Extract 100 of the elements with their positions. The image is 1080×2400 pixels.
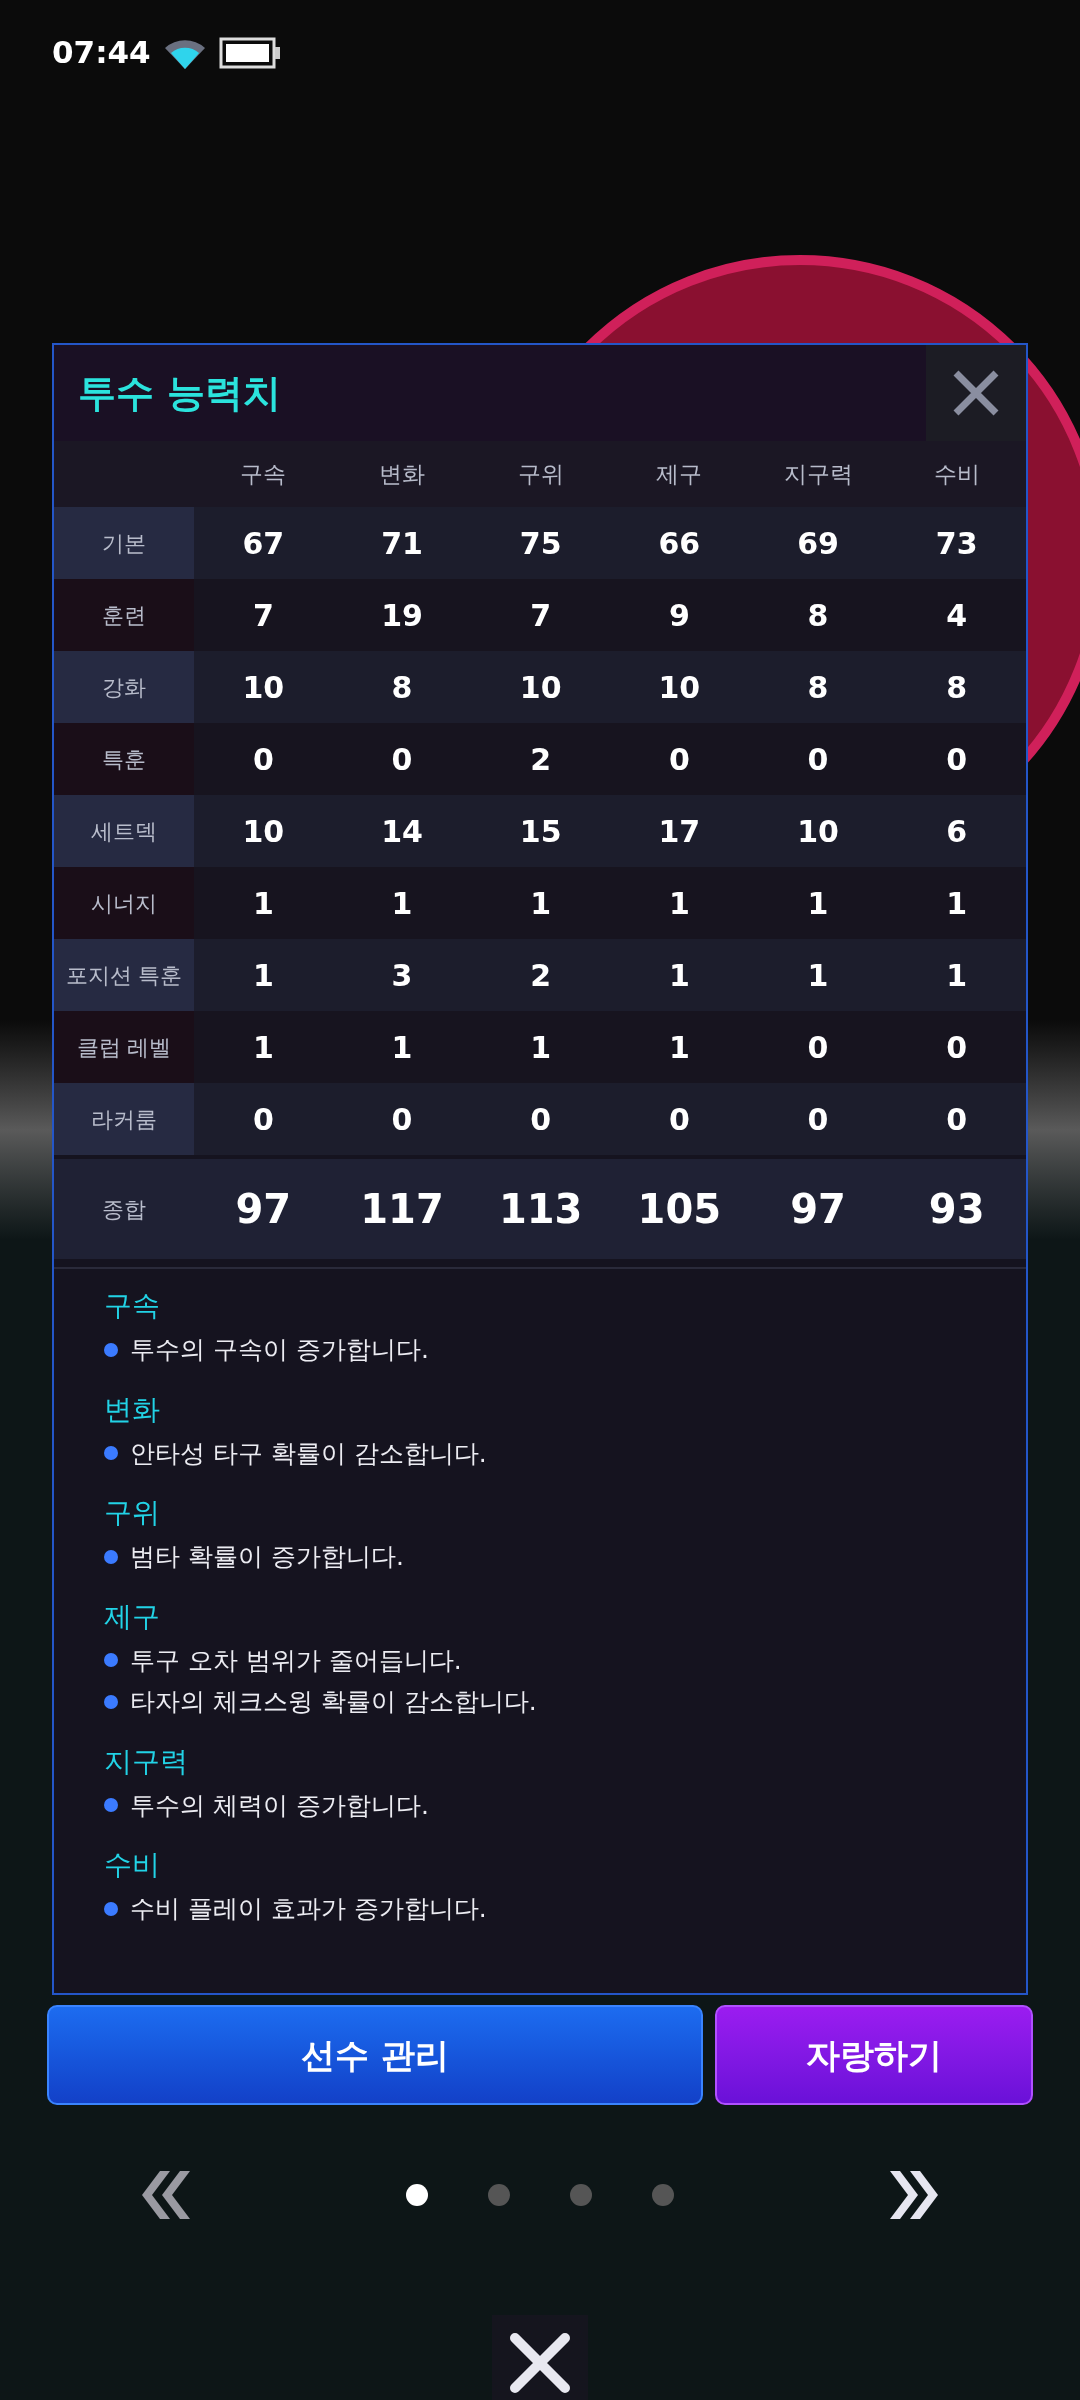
battery-icon xyxy=(218,36,281,69)
row-label: 종합 xyxy=(102,1195,146,1224)
stat-value: 0 xyxy=(668,1100,690,1139)
description-title: 구위 xyxy=(104,1495,161,1531)
bullet-icon xyxy=(104,1342,118,1357)
stat-value: 19 xyxy=(381,596,423,635)
stat-value: 0 xyxy=(946,1100,968,1139)
bullet-icon xyxy=(104,1446,118,1461)
description-title: 제구 xyxy=(104,1598,161,1635)
stat-value: 15 xyxy=(519,812,562,851)
total-value: 105 xyxy=(637,1185,722,1234)
stat-value: 14 xyxy=(381,812,423,851)
description-text: 범타 확률이 증가합니다. xyxy=(130,1541,404,1573)
column-header: 구위 xyxy=(517,459,564,489)
stat-value: 0 xyxy=(807,1100,829,1139)
stat-value: 8 xyxy=(946,668,968,707)
stat-value: 75 xyxy=(519,524,562,563)
total-value: 117 xyxy=(360,1185,444,1234)
stat-value: 1 xyxy=(807,884,829,923)
total-value: 113 xyxy=(498,1185,583,1234)
stat-value: 2 xyxy=(530,740,552,779)
description-text: 수비 플레이 효과가 증가합니다. xyxy=(130,1893,487,1925)
stat-value: 10 xyxy=(658,668,701,707)
status-time: 07:44 xyxy=(52,33,151,73)
bullet-icon xyxy=(104,1549,118,1564)
stat-value: 1 xyxy=(946,884,968,923)
row-label: 세트덱 xyxy=(91,817,157,846)
description-text: 타자의 체크스윙 확률이 감소합니다. xyxy=(130,1686,537,1718)
description-text: 투수의 구속이 증가합니다. xyxy=(130,1334,429,1366)
stat-value: 0 xyxy=(530,1100,552,1139)
column-header: 수비 xyxy=(933,459,980,489)
bullet-icon xyxy=(104,1653,118,1668)
stat-value: 1 xyxy=(530,884,552,923)
row-label: 클럽 레벨 xyxy=(76,1033,172,1062)
stat-value: 8 xyxy=(391,668,413,707)
description-title: 수비 xyxy=(104,1847,161,1883)
stat-value: 0 xyxy=(668,740,690,779)
description-title: 지구력 xyxy=(104,1743,189,1780)
description-title: 변화 xyxy=(104,1391,161,1428)
stat-value: 1 xyxy=(391,1028,413,1067)
row-label: 기본 xyxy=(102,529,146,558)
stat-value: 17 xyxy=(658,812,701,851)
stat-value: 1 xyxy=(252,884,274,923)
stat-value: 10 xyxy=(242,812,285,851)
stat-value: 1 xyxy=(252,1028,274,1067)
stat-value: 1 xyxy=(668,1028,690,1067)
stat-value: 6 xyxy=(946,812,968,851)
description-text: 투구 오차 범위가 줄어듭니다. xyxy=(130,1644,462,1677)
stat-value: 0 xyxy=(807,1028,829,1067)
stat-value: 2 xyxy=(530,956,552,995)
stat-value: 8 xyxy=(807,668,829,707)
stat-value: 0 xyxy=(391,1100,413,1139)
row-label: 라커룸 xyxy=(91,1105,157,1134)
bullet-icon xyxy=(104,1798,118,1813)
stat-value: 69 xyxy=(797,524,839,563)
stat-value: 1 xyxy=(252,956,274,995)
close-icon xyxy=(952,369,1000,417)
stat-value: 0 xyxy=(252,1100,274,1139)
stat-value: 1 xyxy=(668,956,690,995)
stat-value: 66 xyxy=(658,524,701,563)
stat-value: 1 xyxy=(530,1028,552,1067)
row-label: 강화 xyxy=(102,673,146,702)
stat-value: 0 xyxy=(807,740,829,779)
stat-value: 1 xyxy=(391,884,413,923)
share-button[interactable]: 자랑하기 xyxy=(715,2005,1033,2105)
stat-value: 0 xyxy=(252,740,274,779)
column-header: 구속 xyxy=(240,459,287,489)
stat-value: 0 xyxy=(946,740,968,779)
stat-value: 10 xyxy=(797,812,839,851)
dialog-title: 투수 능력치 xyxy=(78,369,282,417)
stat-value: 0 xyxy=(391,740,413,779)
row-label: 포지션 특훈 xyxy=(65,961,183,990)
stat-value: 0 xyxy=(946,1028,968,1067)
stat-value: 73 xyxy=(935,524,978,563)
column-header: 변화 xyxy=(379,459,425,489)
stat-value: 7 xyxy=(252,596,274,635)
stat-value: 7 xyxy=(530,596,552,635)
bullet-icon xyxy=(104,1694,118,1709)
total-value: 93 xyxy=(928,1185,985,1234)
stat-value: 71 xyxy=(381,524,423,563)
bullet-icon xyxy=(104,1901,118,1916)
manage-player-button[interactable]: 선수 관리 xyxy=(47,2005,703,2105)
description-text: 안타성 타구 확률이 감소합니다. xyxy=(130,1437,487,1470)
close-button[interactable] xyxy=(492,2315,588,2400)
stat-value: 67 xyxy=(242,524,285,563)
column-header: 제구 xyxy=(656,459,703,489)
close-icon xyxy=(509,2332,571,2394)
stat-value: 1 xyxy=(668,884,690,923)
stat-value: 4 xyxy=(946,596,968,635)
stat-value: 1 xyxy=(946,956,968,995)
description-text: 투수의 체력이 증가합니다. xyxy=(130,1789,429,1822)
stat-value: 1 xyxy=(807,956,829,995)
stat-value: 3 xyxy=(391,956,413,995)
column-header: 지구력 xyxy=(783,459,853,489)
row-label: 특훈 xyxy=(102,745,146,774)
stat-value: 8 xyxy=(807,596,829,635)
row-label: 시너지 xyxy=(91,889,157,918)
stat-value: 10 xyxy=(242,668,285,707)
total-value: 97 xyxy=(790,1185,846,1234)
stat-value: 9 xyxy=(668,596,690,635)
